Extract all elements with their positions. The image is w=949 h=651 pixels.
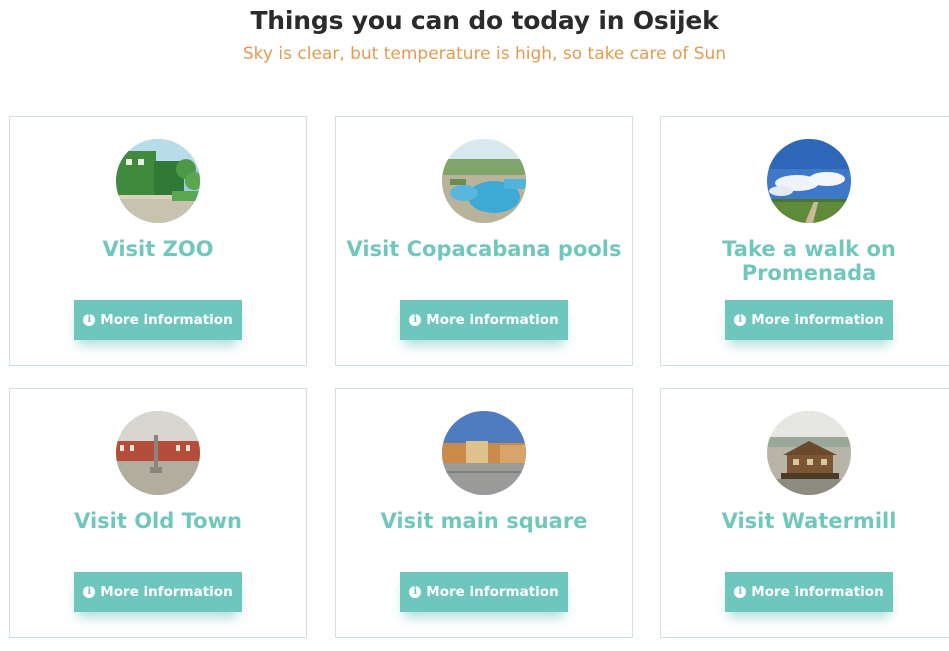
info-circle-icon: i [409,314,422,326]
activity-card: Take a walk on Promenada i More informat… [660,116,949,366]
page-subtitle: Sky is clear, but temperature is high, s… [242,44,727,64]
more-information-button[interactable]: i More information [400,300,568,340]
button-label: More information [100,312,233,328]
pools-photo [442,139,526,223]
button-label: More information [426,584,559,600]
activity-card: Visit ZOO i More information [9,116,307,366]
more-information-button[interactable]: i More information [400,572,568,612]
zoo-photo [116,139,200,223]
card-title: Visit ZOO [102,237,214,261]
promenade-photo [767,139,851,223]
old-town-photo [116,411,200,495]
more-information-button[interactable]: i More information [74,300,242,340]
card-title: Visit Watermill [721,509,897,533]
activity-card: Visit Copacabana pools i More informatio… [335,116,633,366]
main-square-photo [442,411,526,495]
watermill-photo [767,411,851,495]
info-circle-icon: i [734,314,747,326]
more-information-button[interactable]: i More information [74,572,242,612]
card-title: Take a walk on Promenada [722,237,896,285]
info-circle-icon: i [734,586,747,598]
button-label: More information [100,584,233,600]
page: Things you can do today in Osijek Sky is… [0,0,949,651]
button-label: More information [751,312,884,328]
card-title: Visit Copacabana pools [346,237,622,261]
info-circle-icon: i [83,586,96,598]
page-title: Things you can do today in Osijek [250,6,719,35]
button-label: More information [426,312,559,328]
info-circle-icon: i [83,314,96,326]
more-information-button[interactable]: i More information [725,300,893,340]
card-title: Visit main square [380,509,588,533]
activity-card: Visit Watermill i More information [660,388,949,638]
info-circle-icon: i [409,586,422,598]
button-label: More information [751,584,884,600]
activity-card: Visit main square i More information [335,388,633,638]
card-title: Visit Old Town [74,509,242,533]
activity-card: Visit Old Town i More information [9,388,307,638]
more-information-button[interactable]: i More information [725,572,893,612]
